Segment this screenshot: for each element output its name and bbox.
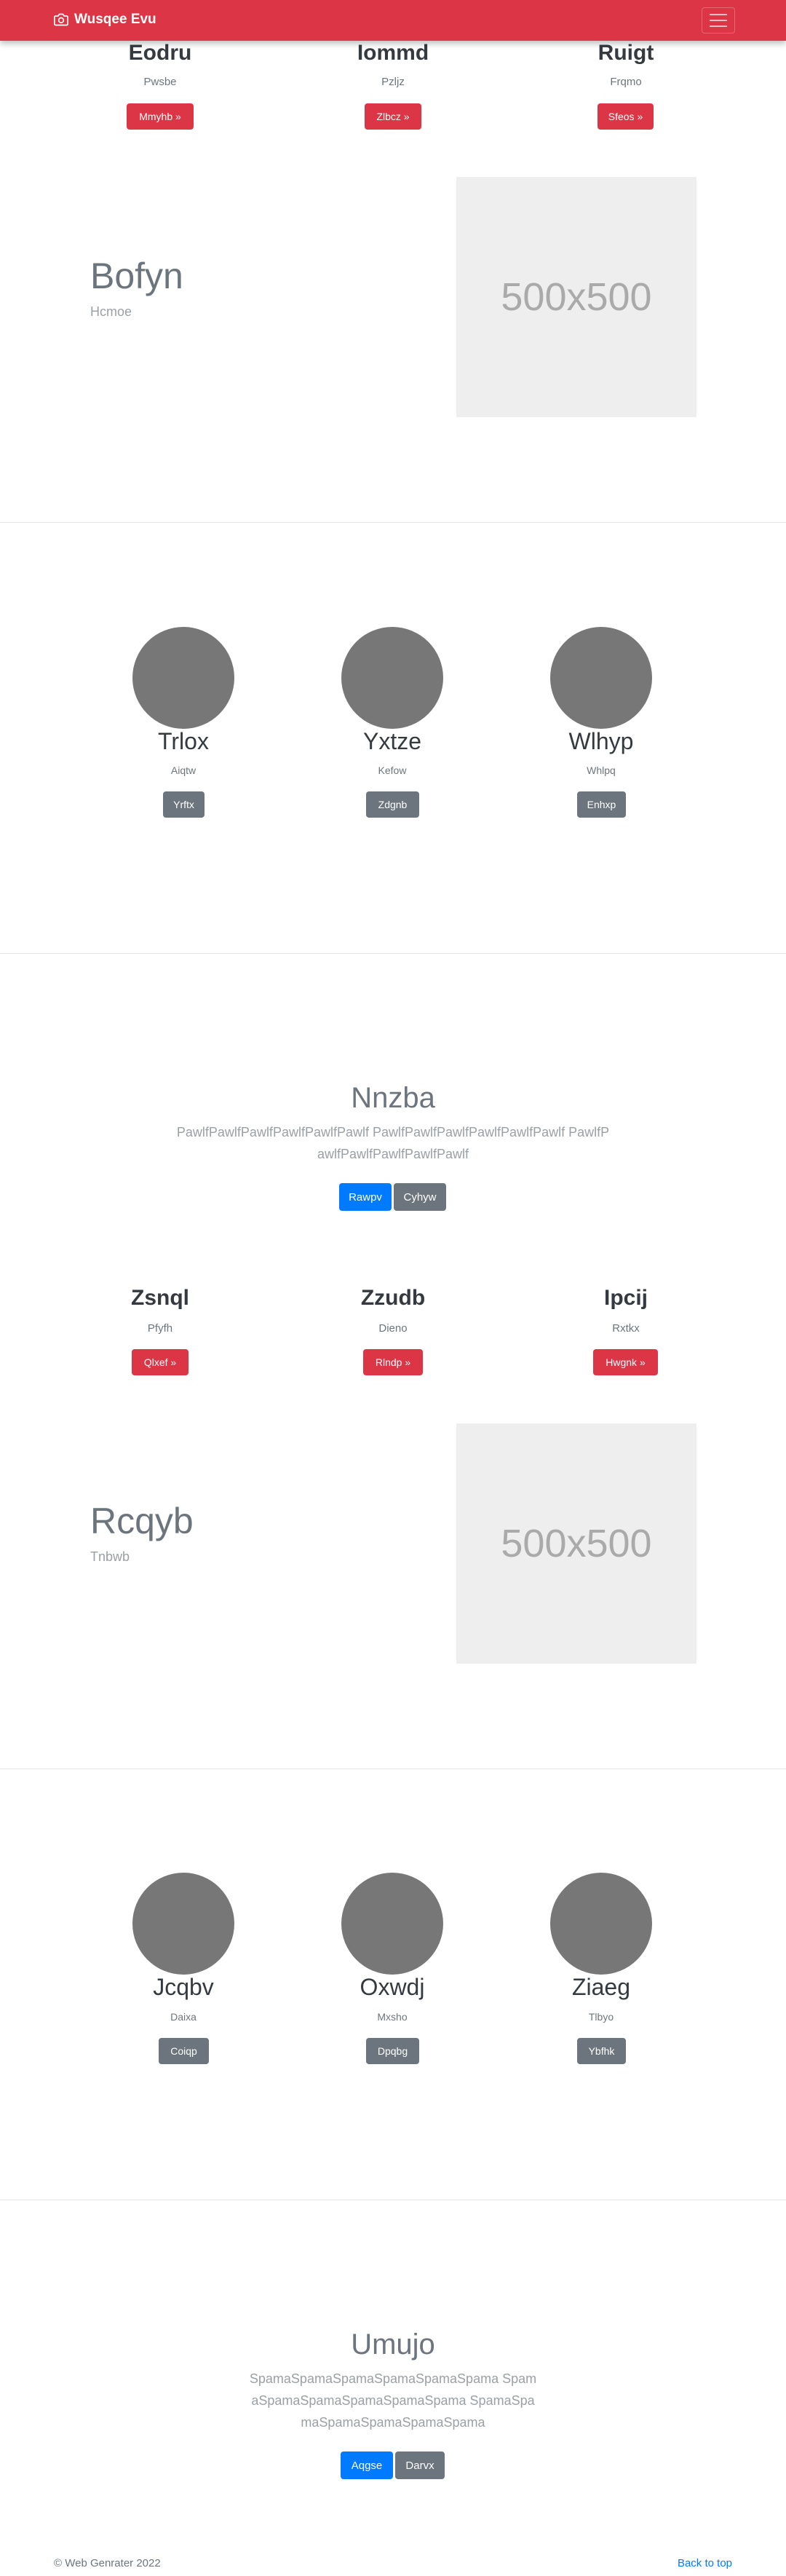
team-member-button[interactable]: Zdgnb	[366, 791, 419, 818]
feature-button[interactable]: Rlndp »	[363, 1349, 423, 1375]
feature-title: Ruigt	[598, 41, 654, 65]
navbar: Wusqee Evu	[0, 0, 786, 41]
team-member-name: Ziaeg	[571, 1974, 631, 2000]
secondary-button[interactable]: Darvx	[395, 2451, 445, 2479]
team-member-role: Kefow	[378, 764, 407, 776]
hero-subtitle: Tnbwb	[90, 1549, 130, 1564]
brand-label: Wusqee Evu	[74, 12, 156, 27]
footer-copyright: © Web Genrater 2022	[54, 2557, 161, 2569]
hero-image-placeholder: 500x500	[456, 177, 696, 417]
menu-toggle-button[interactable]	[702, 7, 735, 33]
feature-subtitle: Dieno	[378, 1322, 408, 1335]
team-member-name: Yxtze	[362, 728, 422, 754]
team-member-role: Mxsho	[377, 2011, 408, 2023]
feature-title: Ipcij	[603, 1286, 648, 1310]
section-text: PawlfPawlfPawlfPawlfPawlfPawlf PawlfPawl…	[176, 1125, 610, 1161]
feature-subtitle: Pwsbe	[143, 76, 177, 88]
back-to-top-link[interactable]: Back to top	[678, 2557, 732, 2569]
team-member-button[interactable]: Ybfhk	[577, 2038, 626, 2064]
team-member-button[interactable]: Dpqbg	[366, 2038, 419, 2064]
section-divider	[0, 522, 786, 523]
hero-title: Rcqyb	[90, 1501, 194, 1541]
feature-title: Zzudb	[360, 1286, 426, 1310]
hamburger-icon-bar	[710, 25, 727, 27]
primary-button[interactable]: Rawpv	[339, 1183, 392, 1211]
avatar	[132, 1873, 234, 1975]
section-text: SpamaSpamaSpamaSpamaSpamaSpama SpamaSpam…	[249, 2371, 537, 2430]
feature-button[interactable]: Hwgnk »	[593, 1349, 658, 1375]
team-member-role: Daixa	[170, 2011, 196, 2023]
hamburger-icon-bar	[710, 14, 727, 15]
section-title: Nnzba	[351, 1082, 435, 1114]
section-divider	[0, 953, 786, 954]
hero-image-placeholder: 500x500	[456, 1423, 696, 1664]
primary-button[interactable]: Aqgse	[341, 2451, 393, 2479]
team-member-button[interactable]: Enhxp	[577, 791, 626, 818]
feature-title: Iommd	[357, 41, 429, 65]
feature-subtitle: Pfyfh	[147, 1322, 173, 1335]
avatar	[550, 1873, 652, 1975]
feature-subtitle: Pzljz	[381, 76, 405, 88]
secondary-button[interactable]: Cyhyw	[394, 1183, 446, 1211]
team-member-role: Aiqtw	[170, 764, 196, 776]
feature-title: Eodru	[128, 41, 192, 65]
feature-button[interactable]: Qlxef »	[132, 1349, 188, 1375]
navbar-brand[interactable]: Wusqee Evu	[54, 12, 156, 28]
hero-title: Bofyn	[90, 256, 183, 296]
team-member-button[interactable]: Coiqp	[159, 2038, 209, 2064]
hamburger-icon-bar	[710, 20, 727, 21]
avatar	[341, 1873, 443, 1975]
hero-subtitle: Hcmoe	[90, 304, 132, 319]
camera-icon	[54, 13, 68, 26]
feature-button[interactable]: Sfeos »	[598, 103, 654, 130]
team-member-role: Tlbyo	[588, 2011, 614, 2023]
team-member-name: Oxwdj	[360, 1974, 425, 2000]
feature-button[interactable]: Mmyhb »	[127, 103, 194, 130]
section-title: Umujo	[351, 2328, 435, 2360]
avatar	[132, 627, 234, 729]
feature-title: Zsnql	[131, 1286, 189, 1310]
avatar	[341, 627, 443, 729]
team-member-name: Jcqbv	[153, 1974, 214, 2000]
team-member-name: Trlox	[158, 728, 209, 754]
team-member-button[interactable]: Yrftx	[163, 791, 205, 818]
avatar	[550, 627, 652, 729]
team-member-role: Whlpq	[587, 764, 616, 776]
feature-button[interactable]: Zlbcz »	[365, 103, 421, 130]
feature-subtitle: Rxtkx	[612, 1322, 640, 1335]
feature-subtitle: Frqmo	[610, 76, 642, 88]
team-member-name: Wlhyp	[568, 728, 634, 754]
